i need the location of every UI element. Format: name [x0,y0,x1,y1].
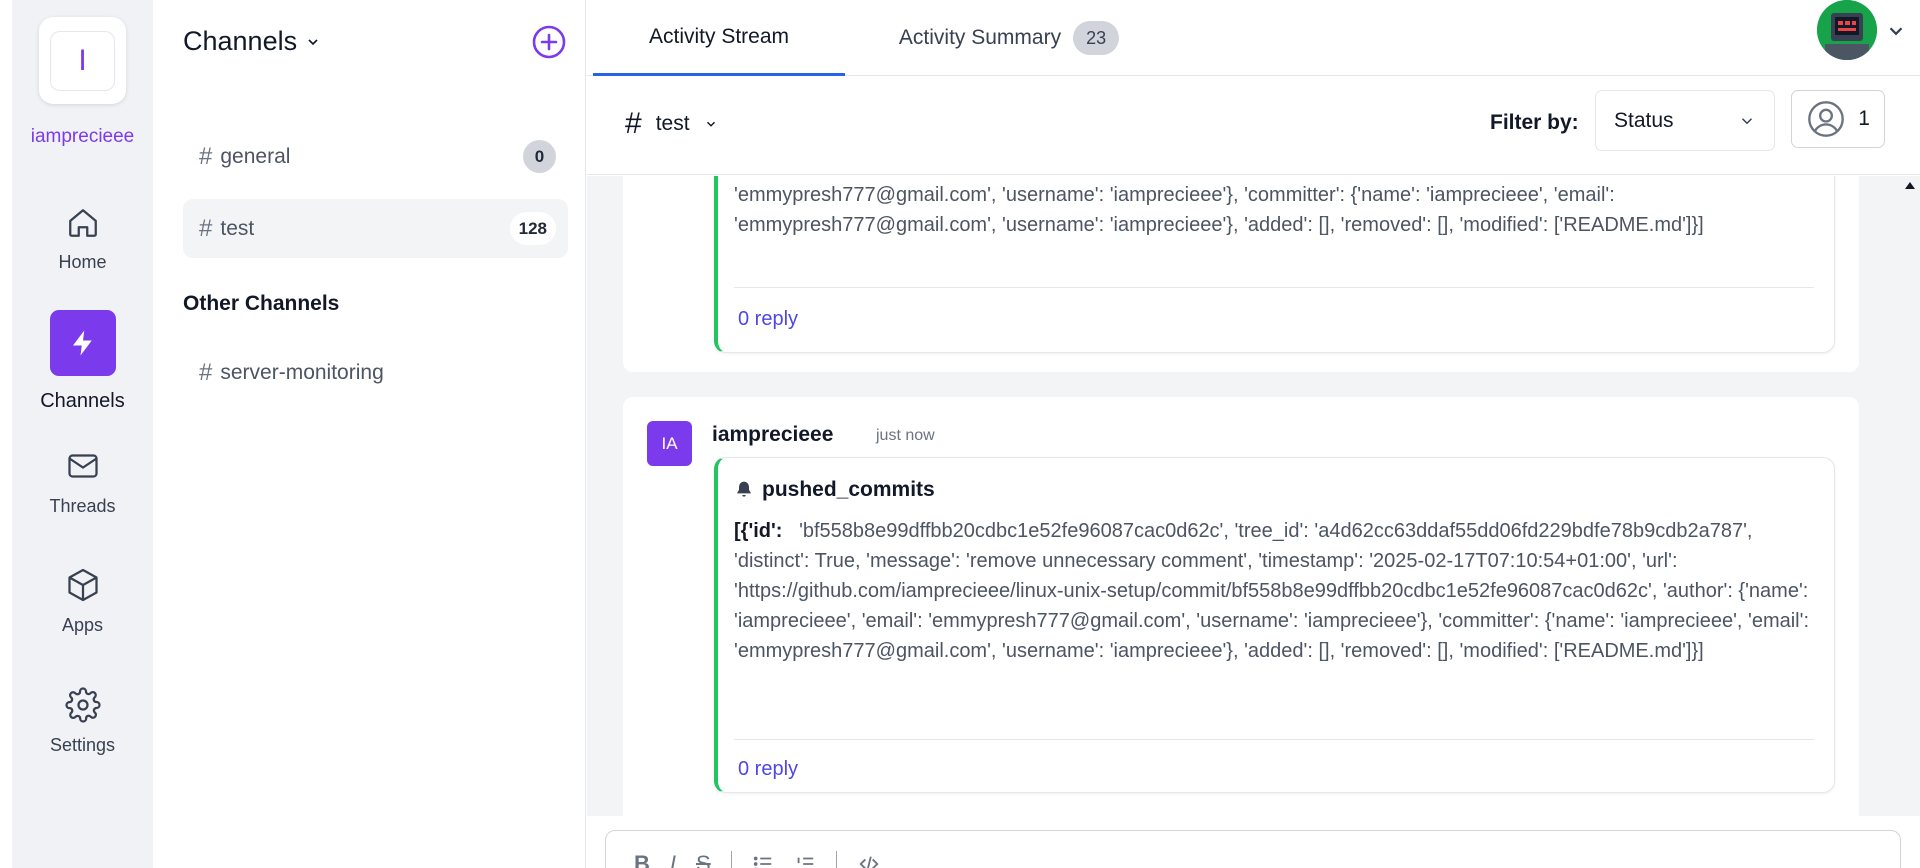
message-timestamp: just now [876,427,935,444]
unread-count-badge: 0 [523,140,556,173]
main-area: Activity Stream Activity Summary 23 # te… [587,0,1920,868]
reply-link[interactable]: 0 reply [738,758,798,781]
filter-bar: # test Filter by: Status 1 [587,77,1920,175]
nav-home-label: Home [58,252,107,272]
event-body-text: 'bf558b8e99dffbb20cdbc1e52fe96087cac0d62… [734,520,1809,662]
strikethrough-button[interactable]: S [696,851,711,868]
card-divider [734,739,1814,740]
user-filter-button[interactable]: 1 [1791,90,1885,148]
composer-toolbar: B I S [634,851,881,868]
italic-button[interactable]: I [670,851,676,868]
mail-icon [67,454,98,478]
event-title: pushed_commits [734,478,935,502]
channel-selector[interactable]: # test [625,107,718,141]
summary-count-badge: 23 [1073,21,1120,55]
hash-icon: # [199,142,213,170]
activity-message: IA iamprecieee just now pushed_commits [… [623,397,1859,816]
activity-message: 'emmypresh777@gmail.com', 'username': 'i… [623,176,1859,372]
event-name: pushed_commits [762,478,935,501]
channel-item-server-monitoring[interactable]: # server-monitoring [183,343,568,402]
filter-label: Filter by: [1490,111,1579,134]
avatar-image-icon [1817,0,1877,60]
toolbar-divider [730,851,732,868]
nav-settings-label: Settings [49,735,116,755]
channels-title: Channels [183,26,298,56]
unread-count-badge: 128 [509,212,556,245]
org-initial: I [78,43,87,77]
channel-item-general[interactable]: # general 0 [183,127,568,186]
activity-feed: 'emmypresh777@gmail.com', 'username': 'i… [587,176,1920,816]
channel-name: test [220,216,255,240]
tab-activity-summary[interactable]: Activity Summary 23 [889,0,1129,76]
sender-name[interactable]: iamprecieee [712,423,833,447]
channel-name: general [220,144,291,168]
scroll-up-arrow-icon[interactable] [1905,182,1915,189]
event-body: [{'id': 'bf558b8e99dffbb20cdbc1e52fe9608… [734,516,1814,666]
channel-panel: Channels # general 0 # test 128 Other Ch… [153,0,586,868]
nav-apps[interactable]: Apps [12,567,153,636]
sender-avatar: IA [647,421,692,466]
bell-icon [737,481,751,497]
nav-home[interactable]: Home [12,206,153,273]
other-channels-title: Other Channels [183,292,340,315]
event-body-prefix: [{'id': [734,520,783,542]
account-menu-chevron-icon[interactable] [1885,20,1907,42]
user-filter-count: 1 [1858,107,1870,130]
org-name: iamprecieee [30,126,135,147]
nav-threads-label: Threads [49,496,116,516]
user-circle-icon [1808,101,1844,137]
home-icon [68,209,97,237]
org-switcher[interactable]: I [39,17,126,104]
status-filter-value: Status [1614,108,1674,132]
chevron-down-icon [706,121,715,127]
hash-icon: # [199,214,213,242]
ordered-list-icon[interactable] [794,853,816,868]
toolbar-divider [835,851,837,868]
chevron-down-icon [308,38,318,45]
reply-link[interactable]: 0 reply [738,308,798,331]
channel-item-test[interactable]: # test 128 [183,199,568,258]
bold-button[interactable]: B [634,851,650,868]
bullet-list-icon[interactable] [752,853,774,868]
channel-name: server-monitoring [220,360,384,384]
gear-icon [64,687,101,723]
event-card: 'emmypresh777@gmail.com', 'username': 'i… [714,176,1835,353]
event-card: pushed_commits [{'id': 'bf558b8e99dffbb2… [714,457,1835,793]
nav-apps-label: Apps [61,615,104,635]
nav-channels[interactable]: Channels [12,310,153,413]
current-channel: test [655,112,690,135]
code-icon[interactable] [857,853,881,868]
chevron-down-icon [1741,117,1753,124]
nav-channels-label: Channels [40,390,125,412]
tab-bar: Activity Stream Activity Summary 23 [587,0,1920,76]
lightning-icon [72,330,92,356]
tab-label: Activity Summary [898,26,1062,49]
cube-icon [67,568,98,602]
tab-label: Activity Stream [648,24,790,48]
card-divider [734,287,1814,288]
channels-dropdown[interactable]: Channels [183,26,321,57]
hash-icon: # [199,358,213,386]
user-avatar[interactable] [1817,0,1877,60]
hash-icon: # [625,107,642,140]
left-rail: I iamprecieee Home Channels Threads Apps… [12,0,153,868]
status-filter-select[interactable]: Status [1595,90,1775,151]
tab-activity-stream[interactable]: Activity Stream [593,0,845,76]
nav-settings[interactable]: Settings [12,687,153,756]
message-composer[interactable]: B I S [605,830,1901,868]
event-body: 'emmypresh777@gmail.com', 'username': 'i… [734,184,1704,236]
add-channel-button[interactable] [532,25,566,59]
nav-threads[interactable]: Threads [12,448,153,517]
